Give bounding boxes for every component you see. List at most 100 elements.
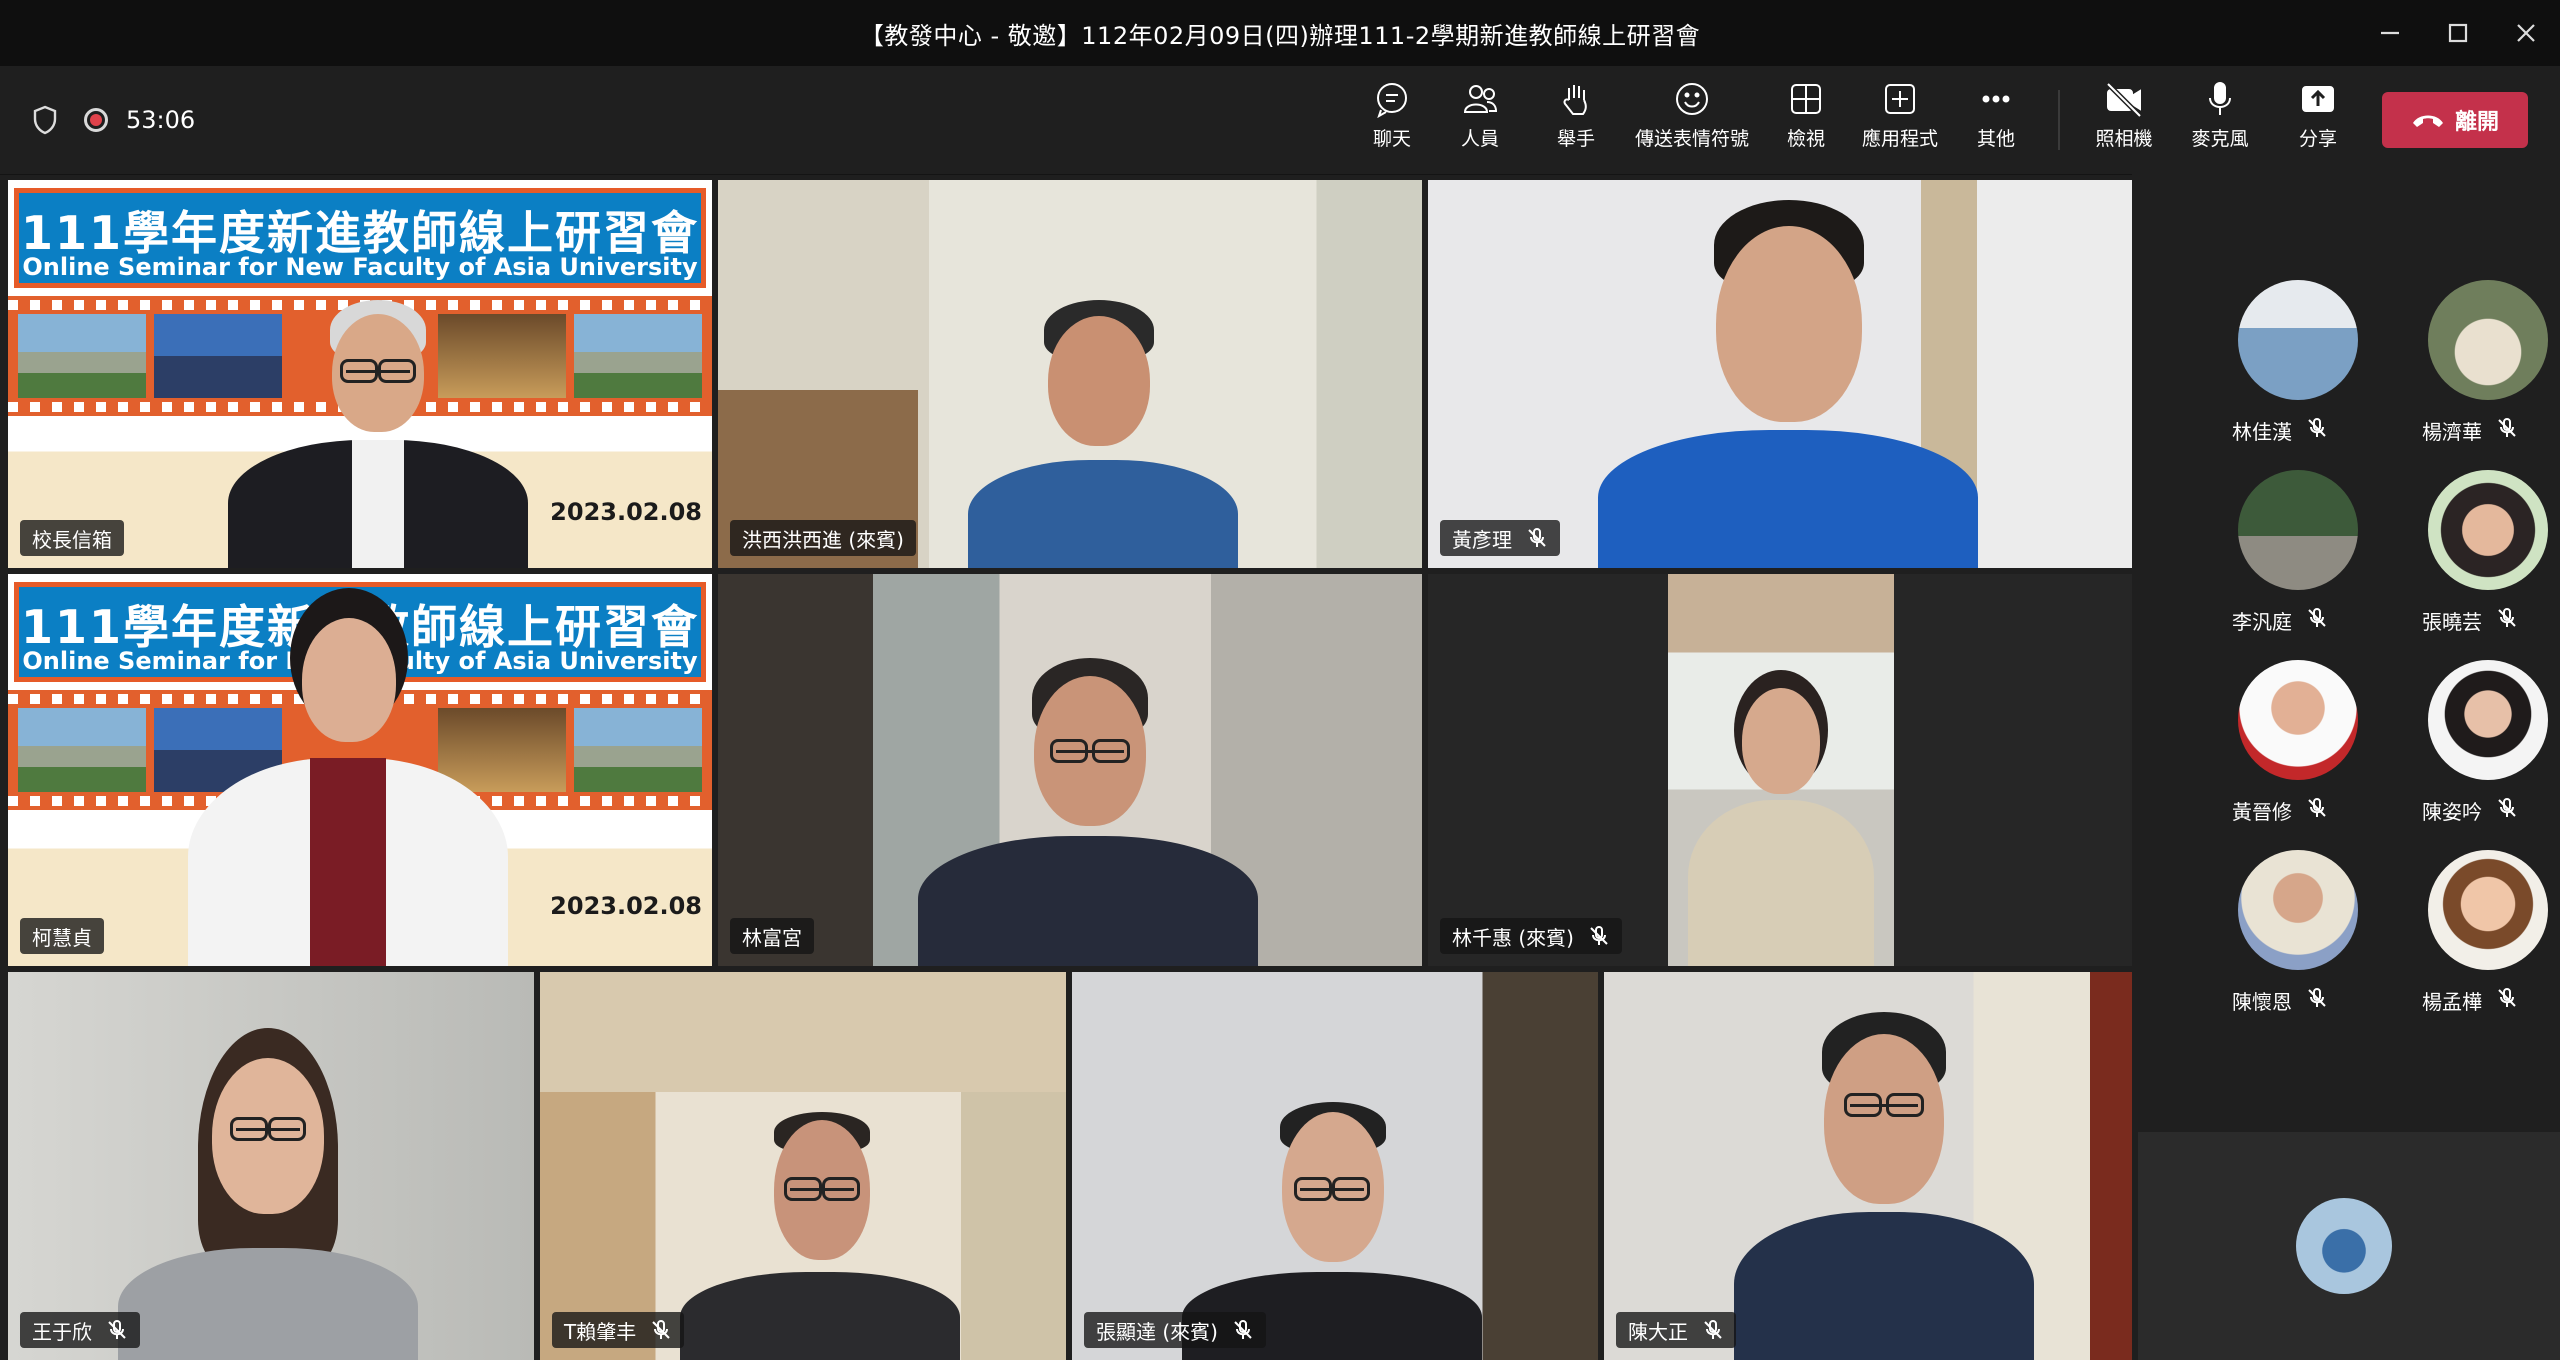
- chat-icon: [1377, 83, 1407, 118]
- more-icon: [1982, 95, 2010, 103]
- participant-video: [680, 1112, 960, 1360]
- minimize-icon: [2381, 31, 2399, 35]
- maximize-icon: [2448, 23, 2468, 43]
- banner-date: 2023.02.08: [550, 498, 702, 526]
- avatar: [2428, 850, 2548, 970]
- participant-name-badge: 校長信箱: [20, 520, 124, 556]
- participant-video: [918, 658, 1258, 966]
- video-tile[interactable]: 111學年度新進教師線上研習會 Online Seminar for New F…: [8, 574, 712, 966]
- roster-item[interactable]: 陳懷恩: [2190, 850, 2370, 1030]
- leave-button[interactable]: 離開: [2382, 92, 2528, 148]
- participant-video: [1688, 670, 1874, 966]
- video-tile[interactable]: 張顯達 (來賓): [1072, 972, 1598, 1360]
- roster-item[interactable]: 李汎庭: [2190, 470, 2370, 650]
- self-avatar: [2296, 1198, 2392, 1294]
- camera-off-icon: [2106, 82, 2142, 118]
- apps-icon: [1885, 84, 1915, 114]
- avatar: [2428, 470, 2548, 590]
- maximize-button[interactable]: [2424, 0, 2492, 66]
- participant-name-badge: 王于欣: [20, 1312, 140, 1348]
- mic-muted-icon: [1232, 1319, 1254, 1341]
- mic-muted-icon: [2496, 797, 2518, 824]
- recording-icon: [84, 108, 108, 132]
- meeting-timer: 53:06: [126, 106, 196, 134]
- mic-muted-icon: [650, 1319, 672, 1341]
- avatar: [2238, 660, 2358, 780]
- camera-button[interactable]: 照相機: [2094, 80, 2154, 160]
- roster-item[interactable]: 黃晉修: [2190, 660, 2370, 840]
- minimize-button[interactable]: [2356, 0, 2424, 66]
- chat-button[interactable]: 聊天: [1364, 80, 1420, 160]
- participant-name-badge: 陳大正: [1616, 1312, 1736, 1348]
- participant-name-badge: 洪西洪西進 (來賓): [730, 520, 916, 556]
- video-tile[interactable]: 陳大正: [1604, 972, 2132, 1360]
- participant-video: [118, 1028, 418, 1360]
- mic-muted-icon: [2306, 417, 2328, 444]
- self-view[interactable]: [2138, 1132, 2560, 1360]
- microphone-button[interactable]: 麥克風: [2190, 80, 2250, 160]
- video-tile[interactable]: 林富宮: [718, 574, 1422, 966]
- more-button[interactable]: 其他: [1968, 80, 2024, 160]
- apps-button[interactable]: 應用程式: [1860, 80, 1940, 160]
- mic-muted-icon: [2306, 797, 2328, 824]
- window-title-bar: 【教發中心 - 敬邀】112年02月09日(四)辦理111-2學期新進教師線上研…: [0, 0, 2560, 66]
- roster-item[interactable]: 陳姿吟: [2380, 660, 2560, 840]
- mic-muted-icon: [1702, 1319, 1724, 1341]
- window-controls: [2356, 0, 2560, 66]
- video-tile[interactable]: 111學年度新進教師線上研習會 Online Seminar for New F…: [8, 180, 712, 568]
- participant-video: [228, 300, 528, 568]
- roster-item[interactable]: 張曉芸: [2380, 470, 2560, 650]
- meeting-status: 53:06: [32, 66, 195, 174]
- send-reaction-button[interactable]: 傳送表情符號: [1630, 80, 1754, 160]
- roster-item[interactable]: 楊孟樺: [2380, 850, 2560, 1030]
- share-button[interactable]: 分享: [2290, 80, 2346, 160]
- avatar: [2238, 850, 2358, 970]
- mic-muted-icon: [1588, 925, 1610, 947]
- roster-item[interactable]: 林佳漢: [2190, 280, 2370, 460]
- participant-name-badge: 柯慧貞: [20, 918, 104, 954]
- roster-item[interactable]: 楊濟華: [2380, 280, 2560, 460]
- close-button[interactable]: [2492, 0, 2560, 66]
- meeting-toolbar: 53:06 聊天 人員 舉手 傳送表情符號 檢視 應用程式 其他 照相機 麥克風…: [0, 66, 2560, 175]
- banner-subtitle: Online Seminar for New Faculty of Asia U…: [22, 253, 698, 281]
- avatar: [2238, 280, 2358, 400]
- video-tile[interactable]: 王于欣: [8, 972, 534, 1360]
- emoji-icon: [1676, 83, 1708, 115]
- participant-roster: 林佳漢 楊濟華 李汎庭 張曉芸 黃晉修 陳姿吟 陳懷恩 楊孟樺: [2132, 174, 2560, 1126]
- video-tile[interactable]: 黃彥理: [1428, 180, 2132, 568]
- participant-video: [1598, 200, 1978, 568]
- people-icon: [1463, 85, 1498, 113]
- mic-muted-icon: [2496, 607, 2518, 634]
- toolbar-divider: [2058, 90, 2060, 150]
- participant-name-badge: 林富宮: [730, 918, 814, 954]
- mic-muted-icon: [2306, 607, 2328, 634]
- mic-muted-icon: [2306, 987, 2328, 1014]
- view-button[interactable]: 檢視: [1778, 80, 1834, 160]
- participant-video: [968, 300, 1238, 568]
- shield-icon[interactable]: [32, 105, 58, 135]
- participant-video: [1734, 1012, 2034, 1360]
- mic-muted-icon: [106, 1319, 128, 1341]
- participant-name-badge: 林千惠 (來賓): [1440, 918, 1622, 954]
- avatar: [2238, 470, 2358, 590]
- mic-muted-icon: [1526, 527, 1548, 549]
- share-icon: [2302, 86, 2334, 112]
- raise-hand-icon: [1563, 85, 1587, 115]
- participant-video: [188, 588, 508, 966]
- avatar: [2428, 280, 2548, 400]
- mic-muted-icon: [2496, 987, 2518, 1014]
- video-tile[interactable]: T賴肇丰: [540, 972, 1066, 1360]
- video-tile[interactable]: 林千惠 (來賓): [1428, 574, 2132, 966]
- raise-hand-button[interactable]: 舉手: [1548, 80, 1604, 160]
- view-grid-icon: [1791, 84, 1821, 114]
- mic-muted-icon: [2496, 417, 2518, 444]
- video-tile[interactable]: 洪西洪西進 (來賓): [718, 180, 1422, 568]
- people-button[interactable]: 人員: [1452, 80, 1508, 160]
- window-title: 【教發中心 - 敬邀】112年02月09日(四)辦理111-2學期新進教師線上研…: [859, 21, 1701, 50]
- participant-name-badge: T賴肇丰: [552, 1312, 685, 1348]
- participant-name-badge: 張顯達 (來賓): [1084, 1312, 1266, 1348]
- close-icon: [2517, 24, 2535, 42]
- hang-up-icon: [2412, 115, 2443, 127]
- microphone-icon: [2209, 82, 2231, 115]
- participant-name-badge: 黃彥理: [1440, 520, 1560, 556]
